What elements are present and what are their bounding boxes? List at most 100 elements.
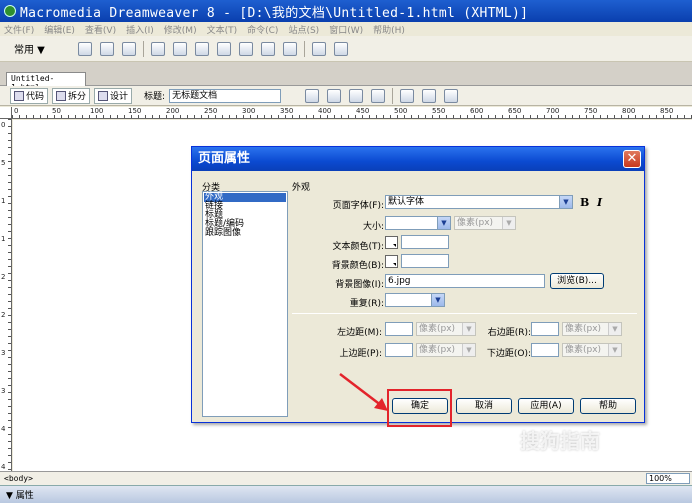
- code-view-button[interactable]: 代码: [10, 87, 49, 104]
- menu-insert[interactable]: 插入(I): [126, 23, 154, 36]
- right-margin-input[interactable]: [531, 322, 559, 336]
- ruler-label: 600: [470, 107, 484, 115]
- text-color-input[interactable]: [401, 235, 449, 249]
- repeat-label: 重复(R):: [349, 299, 384, 309]
- chevron-down-icon: ▼: [462, 344, 475, 356]
- media-icon[interactable]: [217, 41, 231, 56]
- bottom-margin-label: 下边距(O):: [486, 349, 531, 359]
- layer-icon[interactable]: [173, 41, 187, 56]
- ruler-label: 800: [622, 107, 636, 115]
- cancel-button[interactable]: 取消: [456, 398, 512, 414]
- window-title-bar[interactable]: Macromedia Dreamweaver 8 - [D:\我的文档\Unti…: [0, 0, 692, 22]
- dialog-divider: [292, 313, 637, 314]
- globe-icon[interactable]: [371, 88, 386, 103]
- background-color-label: 背景颜色(B):: [331, 261, 384, 271]
- section-label: 外观: [292, 183, 311, 193]
- design-view-button[interactable]: 设计: [94, 87, 133, 104]
- menu-site[interactable]: 站点(S): [288, 23, 319, 36]
- ruler-label: 4: [1, 463, 6, 471]
- menu-edit[interactable]: 编辑(E): [44, 23, 75, 36]
- bottom-margin-unit-select[interactable]: 像素(px) ▼: [562, 343, 622, 357]
- ruler-label: 750: [584, 107, 598, 115]
- repeat-select[interactable]: ▼: [385, 293, 445, 307]
- apply-button[interactable]: 应用(A): [518, 398, 574, 414]
- ruler-label: 1: [1, 235, 6, 243]
- menu-view[interactable]: 查看(V): [85, 23, 116, 36]
- category-tracing-image[interactable]: 跟踪图像: [204, 229, 286, 238]
- background-image-input[interactable]: 6.jpg: [385, 274, 545, 288]
- preview-browser-icon[interactable]: [327, 88, 342, 103]
- close-icon[interactable]: ✕: [623, 150, 641, 168]
- menu-file[interactable]: 文件(F): [4, 23, 34, 36]
- hyperlink-icon[interactable]: [78, 41, 92, 56]
- background-color-swatch[interactable]: [385, 255, 398, 268]
- ruler-label: 250: [204, 107, 218, 115]
- ruler-label: 3: [1, 387, 6, 395]
- menu-modify[interactable]: 修改(M): [164, 23, 197, 36]
- left-margin-label: 左边距(M):: [337, 328, 382, 338]
- toolbar-separator: [392, 87, 394, 104]
- insert-category-select[interactable]: 常用 ▼: [14, 41, 74, 56]
- refresh-icon[interactable]: [400, 88, 415, 103]
- ruler-label: 500: [394, 107, 408, 115]
- chevron-down-icon: ▼: [608, 344, 621, 356]
- ruler-label: 300: [242, 107, 256, 115]
- italic-button[interactable]: I: [597, 196, 602, 209]
- chevron-down-icon: ▼: [502, 217, 515, 229]
- toolbar-separator: [304, 40, 305, 57]
- comment-icon[interactable]: [283, 41, 297, 56]
- template-icon[interactable]: [312, 41, 326, 56]
- menu-window[interactable]: 窗口(W): [329, 23, 363, 36]
- ruler-label: 2: [1, 273, 6, 281]
- named-anchor-icon[interactable]: [122, 41, 136, 56]
- ruler-label: 100: [90, 107, 104, 115]
- ruler-label: 5: [1, 159, 6, 167]
- server-side-include-icon[interactable]: [261, 41, 275, 56]
- category-list: 外观 链接 标题 标题/编码 跟踪图像: [202, 191, 288, 417]
- size-unit-select[interactable]: 像素(px) ▼: [454, 216, 516, 230]
- bottom-margin-unit-value: 像素(px): [565, 345, 602, 355]
- document-toolbar: 代码 拆分 设计 标题: 无标题文档: [0, 86, 692, 106]
- left-margin-unit-select[interactable]: 像素(px) ▼: [416, 322, 476, 336]
- tag-chooser-icon[interactable]: [334, 41, 348, 56]
- document-tab[interactable]: Untitled-1.html: [6, 72, 86, 92]
- file-management-icon[interactable]: [305, 88, 320, 103]
- text-color-swatch[interactable]: [385, 236, 398, 249]
- right-margin-unit-select[interactable]: 像素(px) ▼: [562, 322, 622, 336]
- debug-icon[interactable]: [349, 88, 364, 103]
- size-select[interactable]: ▼: [385, 216, 451, 230]
- email-link-icon[interactable]: [100, 41, 114, 56]
- view-options-icon[interactable]: [422, 88, 437, 103]
- table-icon[interactable]: [151, 41, 165, 56]
- design-view-label: 设计: [110, 92, 129, 102]
- document-title-input[interactable]: 无标题文档: [169, 88, 282, 103]
- dialog-title: 页面属性: [192, 147, 644, 171]
- menu-text[interactable]: 文本(T): [207, 23, 238, 36]
- bottom-margin-input[interactable]: [531, 343, 559, 357]
- top-margin-input[interactable]: [385, 343, 413, 357]
- ruler-label: 1: [1, 197, 6, 205]
- background-color-input[interactable]: [401, 254, 449, 268]
- left-margin-input[interactable]: [385, 322, 413, 336]
- split-view-button[interactable]: 拆分: [52, 87, 91, 104]
- zoom-select[interactable]: 100%: [646, 473, 690, 484]
- ruler-label: 350: [280, 107, 294, 115]
- toolbar-separator: [143, 40, 144, 57]
- menu-help[interactable]: 帮助(H): [373, 23, 405, 36]
- text-color-label: 文本颜色(T):: [332, 242, 384, 252]
- visual-aids-icon[interactable]: [444, 88, 459, 103]
- properties-panel-header[interactable]: ▼ 属性: [0, 485, 692, 503]
- browse-button[interactable]: 浏览(B)...: [550, 273, 604, 289]
- menu-commands[interactable]: 命令(C): [247, 23, 278, 36]
- image-icon[interactable]: [195, 41, 209, 56]
- watermark-url: zhinan.sogou.com: [516, 454, 624, 465]
- right-margin-label: 右边距(R):: [487, 328, 531, 338]
- dreamweaver-app-icon: [4, 5, 16, 17]
- page-font-select[interactable]: 默认字体 ▼: [385, 195, 573, 209]
- ruler-label: 0: [14, 107, 19, 115]
- help-button[interactable]: 帮助: [580, 398, 636, 414]
- date-icon[interactable]: [239, 41, 253, 56]
- tag-selector-body[interactable]: <body>: [4, 474, 33, 483]
- bold-button[interactable]: B: [580, 196, 589, 209]
- top-margin-unit-select[interactable]: 像素(px) ▼: [416, 343, 476, 357]
